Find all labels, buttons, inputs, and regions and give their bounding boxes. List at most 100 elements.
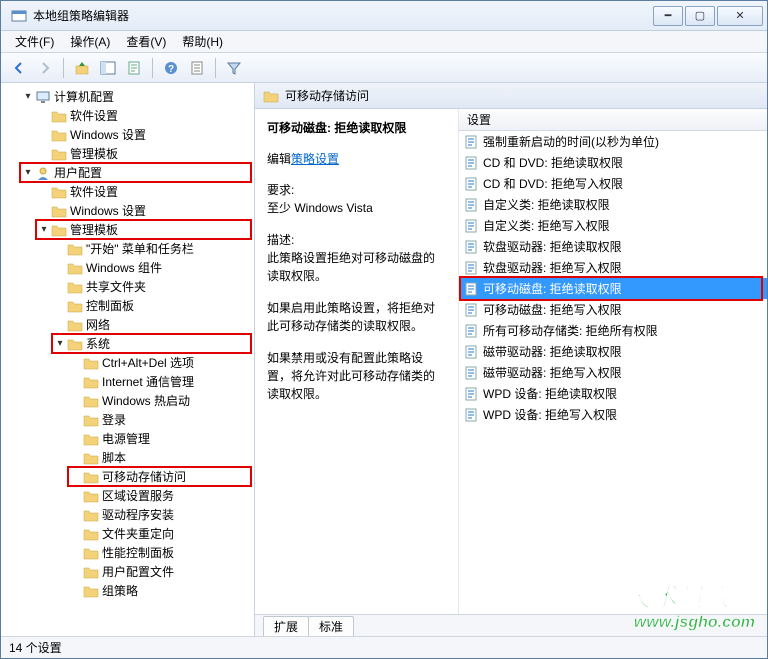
policy-item-icon [463,407,479,423]
close-button[interactable]: ✕ [717,6,763,26]
maximize-button[interactable]: ▢ [685,6,715,26]
tree-item[interactable]: 系统 [1,334,254,353]
tree-item[interactable]: 网络 [1,315,254,334]
tree-item[interactable]: Internet 通信管理 [1,372,254,391]
tree-item-label: Windows 热启动 [102,392,190,409]
tree-item[interactable]: 管理模板 [1,144,254,163]
settings-column-header[interactable]: 设置 [459,109,767,131]
setting-item[interactable]: 所有可移动存储类: 拒绝所有权限 [459,320,767,341]
folder-icon [51,204,67,218]
tree-item[interactable]: 组策略 [1,581,254,600]
tree-item[interactable]: Windows 设置 [1,201,254,220]
folder-icon [83,546,99,560]
policy-item-icon [463,260,479,276]
tree-item-label: Internet 通信管理 [102,373,194,390]
setting-item[interactable]: 可移动磁盘: 拒绝写入权限 [459,299,767,320]
export-button[interactable] [122,56,146,80]
folder-icon [83,470,99,484]
policy-item-icon [463,218,479,234]
setting-item[interactable]: 可移动磁盘: 拒绝读取权限 [459,278,767,299]
tree-item[interactable]: Windows 设置 [1,125,254,144]
tree-item[interactable]: 文件夹重定向 [1,524,254,543]
back-button[interactable] [7,56,31,80]
tree-item-label: 用户配置 [54,164,102,181]
tree-item[interactable]: 电源管理 [1,429,254,448]
setting-item[interactable]: 软盘驱动器: 拒绝写入权限 [459,257,767,278]
folder-icon [51,223,67,237]
right-content: 可移动磁盘: 拒绝读取权限 编辑策略设置 要求: 至少 Windows Vist… [255,109,767,614]
settings-list: 强制重新启动的时间(以秒为单位)CD 和 DVD: 拒绝读取权限CD 和 DVD… [459,131,767,425]
menu-view[interactable]: 查看(V) [118,31,174,52]
tree-item[interactable]: 用户配置文件 [1,562,254,581]
annotation-highlight [35,219,252,240]
forward-button[interactable] [33,56,57,80]
expand-arrow-icon[interactable] [21,167,35,178]
tree-item[interactable]: Windows 组件 [1,258,254,277]
menu-file[interactable]: 文件(F) [7,31,62,52]
tree-item[interactable]: 用户配置 [1,163,254,182]
right-header-title: 可移动存储访问 [285,87,369,104]
tree-item[interactable]: 驱动程序安装 [1,505,254,524]
tree-item[interactable]: 软件设置 [1,182,254,201]
tree-item-label: 网络 [86,316,110,333]
help-button[interactable]: ? [159,56,183,80]
tree-item[interactable]: 管理模板 [1,220,254,239]
policy-item-icon [463,365,479,381]
folder-icon [83,432,99,446]
menu-help[interactable]: 帮助(H) [174,31,231,52]
tree-item-label: 管理模板 [70,145,118,162]
setting-item[interactable]: 磁带驱动器: 拒绝写入权限 [459,362,767,383]
setting-item[interactable]: 自定义类: 拒绝写入权限 [459,215,767,236]
edit-policy-link[interactable]: 策略设置 [291,152,339,166]
tree-item-label: 性能控制面板 [102,544,174,561]
tree-item[interactable]: "开始" 菜单和任务栏 [1,239,254,258]
tree-item-label: 用户配置文件 [102,563,174,580]
minimize-button[interactable]: ━ [653,6,683,26]
tree-item[interactable]: 可移动存储访问 [1,467,254,486]
computer-icon [35,90,51,104]
tree-item[interactable]: 脚本 [1,448,254,467]
setting-item[interactable]: CD 和 DVD: 拒绝读取权限 [459,152,767,173]
setting-item[interactable]: 软盘驱动器: 拒绝读取权限 [459,236,767,257]
tree-item[interactable]: 性能控制面板 [1,543,254,562]
tab-standard[interactable]: 标准 [308,616,354,636]
tree-item[interactable]: 共享文件夹 [1,277,254,296]
folder-icon [51,109,67,123]
tree-item[interactable]: 软件设置 [1,106,254,125]
setting-item[interactable]: 强制重新启动的时间(以秒为单位) [459,131,767,152]
properties-button[interactable] [185,56,209,80]
expand-arrow-icon[interactable] [21,91,35,102]
up-button[interactable] [70,56,94,80]
policy-item-icon [463,386,479,402]
menu-action[interactable]: 操作(A) [62,31,118,52]
tree-item[interactable]: 区域设置服务 [1,486,254,505]
folder-icon [67,299,83,313]
tree-item[interactable]: 控制面板 [1,296,254,315]
folder-icon [83,451,99,465]
tree-item[interactable]: Ctrl+Alt+Del 选项 [1,353,254,372]
tree-item[interactable]: 计算机配置 [1,87,254,106]
folder-icon [83,489,99,503]
requirements-value: 至少 Windows Vista [267,199,446,217]
tree-item[interactable]: 登录 [1,410,254,429]
expand-arrow-icon[interactable] [37,224,51,235]
tree-item-label: 脚本 [102,449,126,466]
setting-item[interactable]: WPD 设备: 拒绝写入权限 [459,404,767,425]
setting-item[interactable]: 磁带驱动器: 拒绝读取权限 [459,341,767,362]
folder-icon [83,527,99,541]
tree-item-label: Ctrl+Alt+Del 选项 [102,354,194,371]
description-para2: 如果启用此策略设置，将拒绝对此可移动存储类的读取权限。 [267,299,446,335]
setting-label: 软盘驱动器: 拒绝写入权限 [483,259,622,276]
tree-item-label: 软件设置 [70,107,118,124]
setting-item[interactable]: 自定义类: 拒绝读取权限 [459,194,767,215]
tree-pane[interactable]: 计算机配置软件设置Windows 设置管理模板用户配置软件设置Windows 设… [1,83,255,636]
tree-item[interactable]: Windows 热启动 [1,391,254,410]
policy-item-icon [463,239,479,255]
show-hide-tree-button[interactable] [96,56,120,80]
filter-button[interactable] [222,56,246,80]
tab-extended[interactable]: 扩展 [263,616,309,636]
setting-item[interactable]: CD 和 DVD: 拒绝写入权限 [459,173,767,194]
setting-item[interactable]: WPD 设备: 拒绝读取权限 [459,383,767,404]
expand-arrow-icon[interactable] [53,338,67,349]
tree-item-label: 管理模板 [70,221,118,238]
